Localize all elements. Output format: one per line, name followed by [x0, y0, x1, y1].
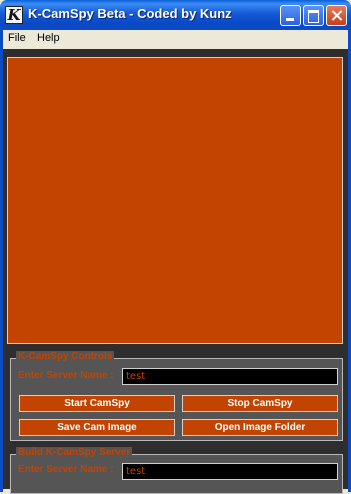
minimize-button[interactable]	[280, 5, 301, 26]
maximize-button[interactable]	[303, 5, 324, 26]
cam-image-view	[7, 57, 343, 344]
title-bar[interactable]: K K-CamSpy Beta - Coded by Kunz	[0, 0, 351, 30]
build-server-name-label: Enter Server Name :	[18, 464, 114, 475]
menu-bar: File Help	[3, 30, 348, 48]
controls-panel: K-CamSpy Controls Enter Server Name : St…	[10, 351, 343, 441]
build-legend: Build K-CamSpy Server	[16, 447, 133, 458]
window-title: K-CamSpy Beta - Coded by Kunz	[28, 6, 232, 21]
build-server-name-input[interactable]	[122, 463, 338, 480]
close-button[interactable]	[326, 5, 347, 26]
menu-file[interactable]: File	[8, 32, 26, 44]
open-image-folder-button[interactable]: Open Image Folder	[182, 419, 338, 436]
start-camspy-button[interactable]: Start CamSpy	[19, 395, 175, 412]
build-server-panel: Build K-CamSpy Server Enter Server Name …	[10, 447, 343, 494]
save-cam-image-button[interactable]: Save Cam Image	[19, 419, 175, 436]
server-name-input[interactable]	[122, 368, 338, 385]
server-name-label: Enter Server Name :	[18, 370, 114, 381]
controls-legend: K-CamSpy Controls	[16, 351, 115, 362]
stop-camspy-button[interactable]: Stop CamSpy	[182, 395, 338, 412]
app-icon: K	[5, 6, 23, 24]
main-window: K K-CamSpy Beta - Coded by Kunz File Hel…	[0, 0, 351, 494]
menu-help[interactable]: Help	[37, 32, 60, 44]
client-area: K-CamSpy Controls Enter Server Name : St…	[3, 49, 348, 494]
